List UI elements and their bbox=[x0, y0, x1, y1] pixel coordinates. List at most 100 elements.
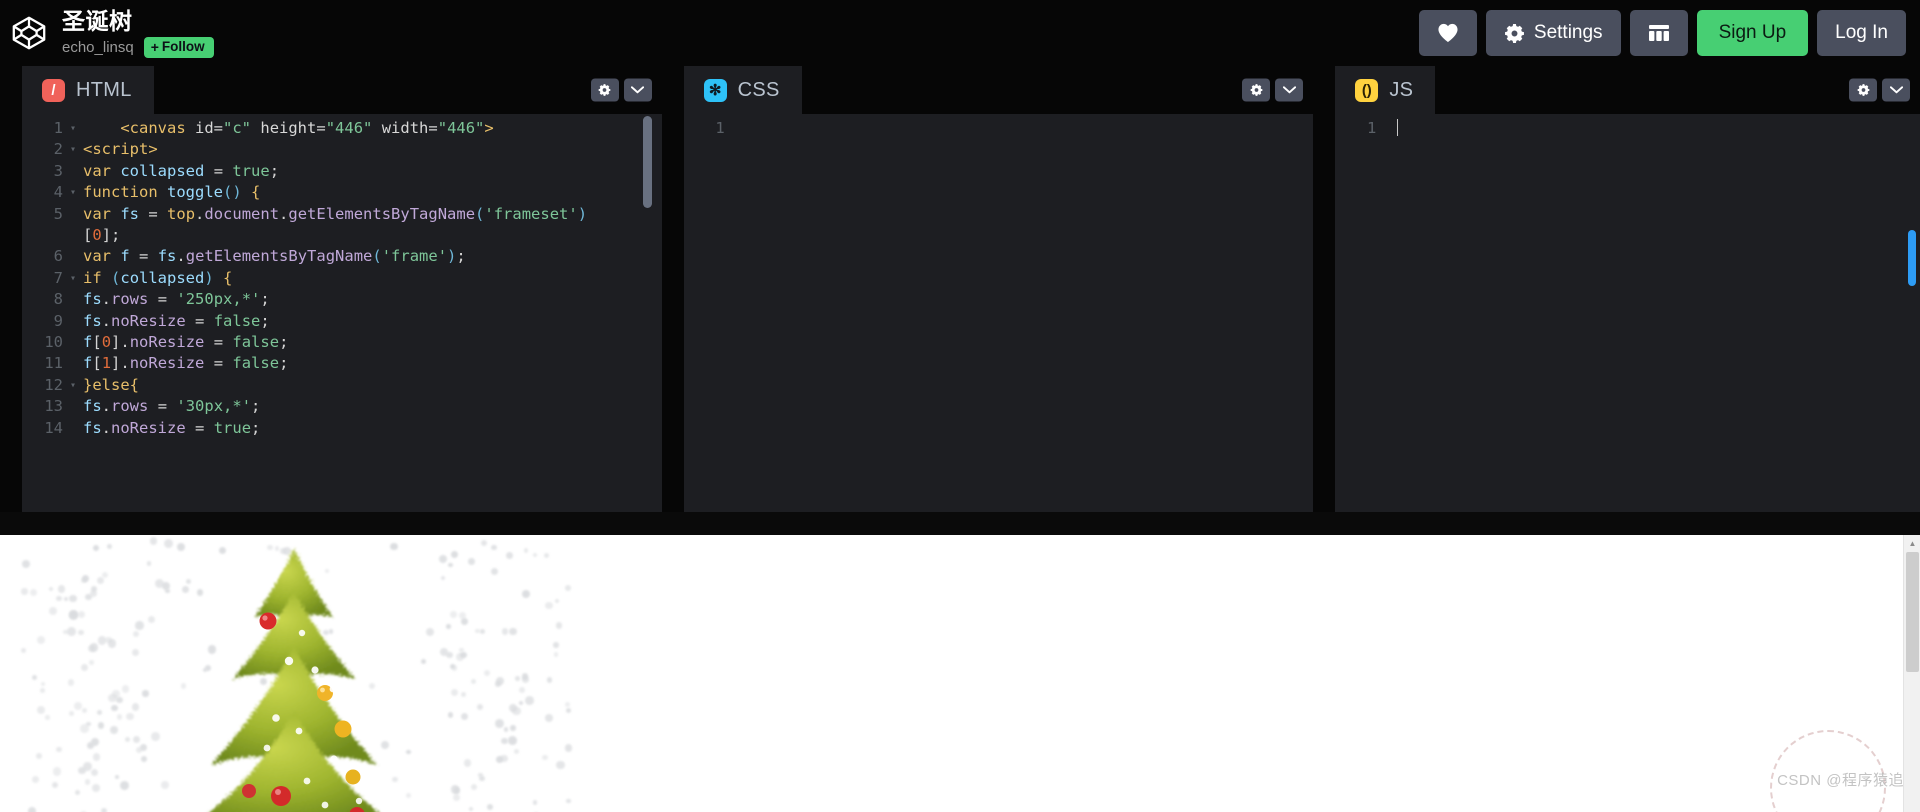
snow-flake bbox=[554, 598, 559, 603]
code-line: 1 bbox=[1335, 118, 1920, 139]
snow-flake bbox=[49, 606, 58, 615]
snow-flake bbox=[510, 725, 516, 731]
tab-css[interactable]: ✻ CSS bbox=[683, 66, 802, 114]
snow-flake bbox=[69, 711, 75, 716]
snow-flake bbox=[477, 704, 484, 711]
editor-scrollbar-html[interactable] bbox=[642, 116, 652, 208]
layout-button[interactable] bbox=[1629, 10, 1688, 56]
fold-marker-icon bbox=[70, 289, 83, 310]
snow-flake bbox=[115, 775, 120, 780]
js-settings-button[interactable] bbox=[1849, 78, 1877, 102]
code-text: var collapsed = true; bbox=[83, 161, 280, 180]
preview-scrollbar[interactable]: ▲ bbox=[1903, 535, 1920, 812]
code-text: <script> bbox=[83, 140, 158, 159]
line-number: 1 bbox=[53, 119, 63, 137]
line-number: 9 bbox=[53, 311, 63, 330]
snow-flake bbox=[512, 706, 522, 716]
snow-flake bbox=[523, 548, 528, 553]
snow-flake bbox=[500, 755, 508, 763]
sign-up-button[interactable]: Sign Up bbox=[1696, 10, 1809, 56]
fold-marker-icon[interactable]: ▾ bbox=[70, 268, 83, 289]
settings-button[interactable]: Settings bbox=[1485, 10, 1621, 56]
pane-controls-html bbox=[590, 78, 652, 102]
snow-flake bbox=[52, 767, 62, 776]
snow-flake bbox=[468, 806, 474, 812]
page-title: 圣诞树 bbox=[62, 8, 133, 34]
fold-marker-icon[interactable]: ▾ bbox=[70, 182, 83, 203]
follow-button[interactable]: + Follow bbox=[143, 37, 214, 58]
snow-flake bbox=[491, 544, 497, 551]
favorite-button[interactable] bbox=[1418, 10, 1477, 56]
snow-flake bbox=[566, 799, 571, 804]
snow-flake bbox=[470, 783, 477, 790]
snow-flake bbox=[21, 647, 27, 653]
brand-block: 圣诞树 echo_linsq + Follow bbox=[0, 8, 214, 58]
code-editor-css[interactable]: 1 bbox=[683, 114, 1314, 512]
fold-marker-icon bbox=[70, 418, 83, 439]
code-text: f[1].noResize = false; bbox=[83, 354, 289, 373]
pane-title-html: HTML bbox=[76, 78, 132, 101]
preview-pane[interactable]: ▲ CSDN @程序猿追 bbox=[0, 535, 1920, 812]
line-number: 13 bbox=[44, 397, 63, 416]
snow-flake bbox=[525, 696, 534, 705]
snow-flake bbox=[460, 691, 466, 697]
snow-flake bbox=[542, 754, 549, 761]
editor-row: / HTML 1 ▾ <canvas id="c" height="446" wi… bbox=[0, 66, 1920, 512]
snow-flake bbox=[555, 622, 562, 629]
log-in-button[interactable]: Log In bbox=[1817, 10, 1906, 56]
js-collapse-button[interactable] bbox=[1882, 78, 1910, 102]
code-text: fs.noResize = false; bbox=[83, 311, 270, 330]
html-settings-button[interactable] bbox=[590, 78, 619, 102]
watermark-stamp bbox=[1770, 730, 1886, 812]
snow-flake bbox=[545, 714, 554, 723]
snow-flake bbox=[117, 714, 123, 720]
snow-flake bbox=[81, 707, 87, 713]
snow-flake bbox=[74, 789, 80, 795]
gear-icon bbox=[1504, 23, 1525, 44]
tab-js[interactable]: () JS bbox=[1335, 66, 1436, 114]
code-line: 3 var collapsed = true; bbox=[22, 161, 662, 182]
preview-scrollbar-thumb[interactable] bbox=[1906, 552, 1919, 672]
snow-flake bbox=[36, 636, 45, 645]
fold-marker-icon[interactable]: ▾ bbox=[70, 375, 83, 396]
fold-marker-icon bbox=[70, 225, 83, 246]
code-lines-js: 1 bbox=[1335, 114, 1920, 139]
chevron-down-icon bbox=[631, 86, 645, 94]
snow-flake bbox=[91, 738, 99, 747]
snow-flake bbox=[56, 595, 62, 601]
gear-icon bbox=[1250, 84, 1263, 96]
snow-flake bbox=[467, 558, 475, 565]
tab-html[interactable]: / HTML bbox=[22, 66, 154, 114]
snow-flake bbox=[78, 629, 84, 636]
snow-flake bbox=[82, 762, 92, 772]
snow-flake bbox=[78, 610, 86, 618]
fold-marker-icon[interactable]: ▾ bbox=[70, 118, 83, 139]
css-collapse-button[interactable] bbox=[1275, 78, 1304, 102]
snow-flake bbox=[57, 585, 65, 593]
code-text: [0]; bbox=[83, 226, 121, 245]
snow-flake bbox=[509, 627, 518, 636]
code-lines-css: 1 bbox=[684, 114, 1314, 139]
plus-icon: + bbox=[150, 39, 159, 55]
css-settings-button[interactable] bbox=[1242, 78, 1271, 102]
scroll-up-arrow-icon[interactable]: ▲ bbox=[1904, 535, 1920, 552]
ornament-gold bbox=[345, 769, 360, 785]
fold-marker-icon[interactable]: ▾ bbox=[70, 139, 83, 160]
snow-flake bbox=[460, 712, 469, 721]
snow-flake bbox=[98, 722, 105, 729]
html-collapse-button[interactable] bbox=[623, 78, 652, 102]
code-editor-js[interactable]: 1 bbox=[1335, 114, 1920, 512]
code-editor-html[interactable]: 1 ▾ <canvas id="c" height="446" width="44… bbox=[22, 114, 662, 512]
author-name[interactable]: echo_linsq bbox=[62, 39, 134, 56]
code-line: 8 fs.rows = '250px,*'; bbox=[22, 289, 662, 310]
snow-flake bbox=[481, 539, 488, 547]
page-scrollbar-thumb[interactable] bbox=[1908, 230, 1916, 286]
code-line: 7 ▾ if (collapsed) { bbox=[22, 268, 662, 289]
code-text: fs.rows = '250px,*'; bbox=[83, 290, 270, 309]
code-line: 12 ▾}else{ bbox=[22, 375, 662, 396]
snow-flake bbox=[522, 676, 530, 683]
code-text: f[0].noResize = false; bbox=[83, 333, 289, 352]
codepen-logo-icon[interactable] bbox=[6, 10, 52, 56]
snow-flake bbox=[108, 693, 117, 702]
